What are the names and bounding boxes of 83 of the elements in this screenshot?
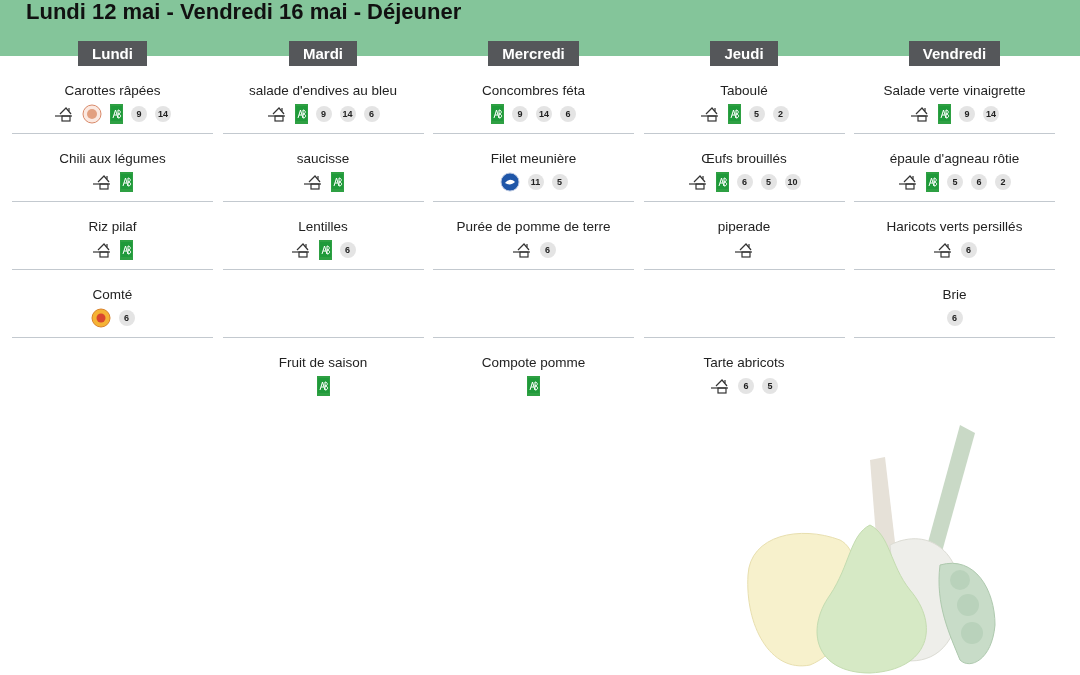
dish-name: Fruit de saison xyxy=(278,355,368,371)
organic-label-icon xyxy=(491,104,504,124)
dish-name: Chili aux légumes xyxy=(59,151,166,167)
allergen-badge: 9 xyxy=(512,106,528,122)
allergen-badge: 5 xyxy=(947,174,963,190)
dish-name: Tarte abricots xyxy=(703,355,785,371)
dish-name: Salade verte vinaigrette xyxy=(883,83,1026,99)
dish-name: Brie xyxy=(942,287,967,303)
organic-label-icon xyxy=(318,240,332,260)
allergen-badge: 6 xyxy=(736,174,753,190)
seal-icon xyxy=(82,104,102,124)
allergen-badge: 5 xyxy=(760,174,777,190)
dish-name: Riz pilaf xyxy=(88,219,137,235)
dish-name: Lentilles xyxy=(298,219,348,235)
organic-label-icon xyxy=(527,376,540,396)
house-icon xyxy=(266,106,287,122)
house-icon xyxy=(92,174,112,190)
organic-label-icon xyxy=(120,172,133,192)
dish-name: saucisse xyxy=(296,151,350,167)
dish-name: Œufs brouillés xyxy=(701,151,787,167)
dish-name: Taboulé xyxy=(720,83,768,99)
organic-label-icon xyxy=(294,104,308,124)
house-icon xyxy=(898,174,918,190)
allergen-badge: 14 xyxy=(339,106,356,122)
allergen-badge: 6 xyxy=(960,242,977,258)
organic-label-icon xyxy=(727,104,741,124)
organic-label-icon xyxy=(926,172,939,192)
house-icon xyxy=(734,242,754,258)
allergen-badge: 5 xyxy=(762,378,778,394)
dish-name: Compote pomme xyxy=(481,355,586,371)
house-icon xyxy=(687,174,708,190)
day-label: Vendredi xyxy=(908,41,1001,66)
allergen-badge: 9 xyxy=(959,106,975,122)
organic-label-icon xyxy=(120,240,133,260)
house-icon xyxy=(302,174,323,190)
page-title: Lundi 12 mai - Vendredi 16 mai - Déjeuner xyxy=(25,0,462,24)
allergen-badge: 10 xyxy=(784,174,801,190)
house-icon xyxy=(932,242,953,258)
house-icon xyxy=(54,106,74,122)
house-icon xyxy=(910,106,930,122)
allergen-badge: 5 xyxy=(748,106,765,122)
dish-name: salade d'endives au bleu xyxy=(248,83,398,99)
dish-name: piperade xyxy=(717,219,771,235)
allergen-badge: 14 xyxy=(983,106,999,122)
dish-name: Purée de pomme de terre xyxy=(456,219,611,235)
day-label: Mercredi xyxy=(488,41,579,66)
allergen-badge: 6 xyxy=(363,106,380,122)
organic-label-icon xyxy=(938,104,951,124)
allergen-badge: 2 xyxy=(772,106,789,122)
house-icon xyxy=(290,242,311,258)
house-icon xyxy=(92,242,112,258)
allergen-badge: 6 xyxy=(560,106,576,122)
house-icon xyxy=(511,242,532,258)
round-label-icon xyxy=(90,308,111,328)
organic-label-icon xyxy=(316,376,330,396)
allergen-badge: 6 xyxy=(339,242,356,258)
allergen-badge: 14 xyxy=(155,106,171,122)
allergen-badge: 6 xyxy=(738,378,754,394)
day-label: Lundi xyxy=(78,41,147,66)
fish-label-icon xyxy=(499,172,520,192)
allergen-badge: 11 xyxy=(527,174,544,190)
dish-name: Haricots verts persillés xyxy=(886,219,1023,235)
house-icon xyxy=(710,378,730,394)
dish-name: épaule d'agneau rôtie xyxy=(889,151,1020,167)
allergen-badge: 6 xyxy=(971,174,987,190)
allergen-badge: 6 xyxy=(539,242,556,258)
allergen-badge: 9 xyxy=(315,106,332,122)
organic-label-icon xyxy=(715,172,729,192)
dish-name: Comté xyxy=(92,287,133,303)
allergen-badge: 5 xyxy=(551,174,568,190)
day-label: Jeudi xyxy=(710,41,778,66)
organic-label-icon xyxy=(110,104,123,124)
organic-label-icon xyxy=(330,172,344,192)
allergen-badge: 14 xyxy=(536,106,552,122)
dish-name: Filet meunière xyxy=(490,151,577,167)
house-icon xyxy=(699,106,720,122)
allergen-badge: 6 xyxy=(946,310,963,326)
day-label: Mardi xyxy=(289,41,357,66)
allergen-badge: 9 xyxy=(131,106,147,122)
dish-name: Carottes râpées xyxy=(64,83,161,99)
allergen-badge: 6 xyxy=(118,310,135,326)
dish-name: Concombres féta xyxy=(482,83,585,99)
allergen-badge: 2 xyxy=(995,174,1011,190)
